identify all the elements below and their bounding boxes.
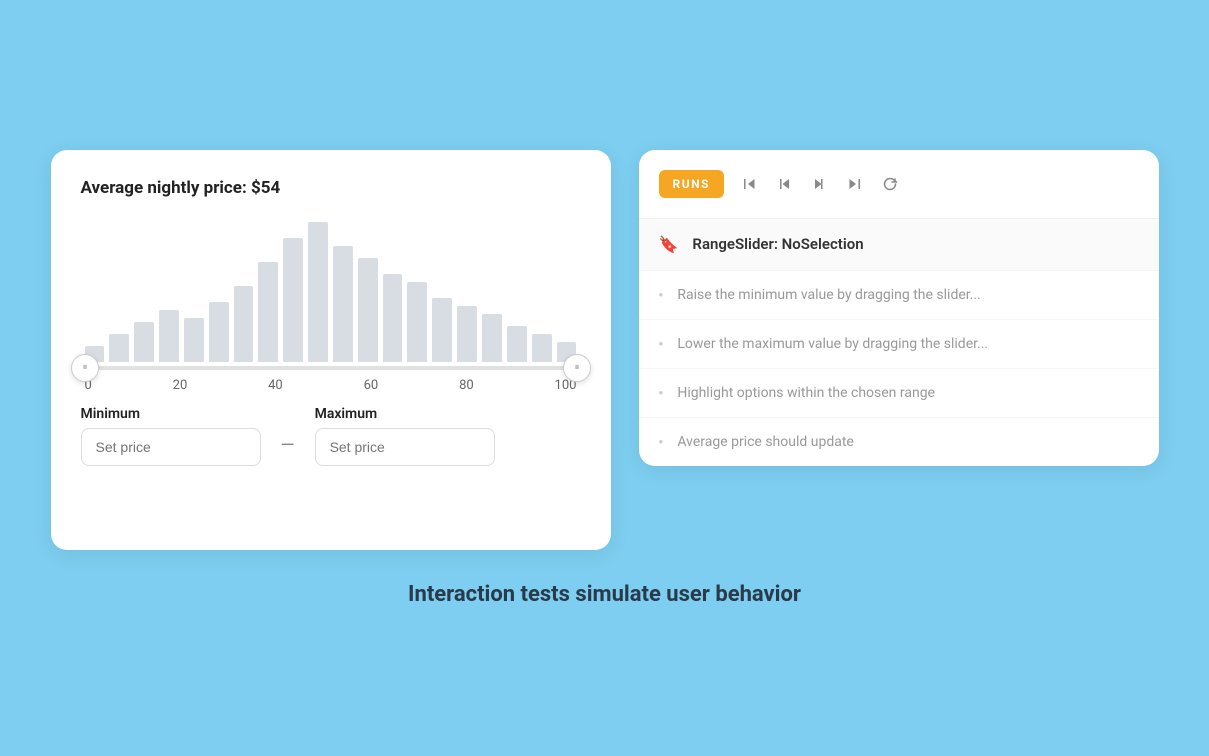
chart-bar — [383, 274, 403, 362]
test-title: RangeSlider: NoSelection — [692, 235, 863, 253]
chart-bar — [308, 222, 328, 362]
chart-bar — [234, 286, 254, 362]
x-axis: 0 20 40 60 80 100 — [81, 370, 581, 393]
price-label: Average nightly price: — [81, 178, 252, 198]
test-step-3: Highlight options within the chosen rang… — [677, 385, 935, 401]
toolbar: RUNS — [639, 170, 1159, 219]
main-content: Average nightly price: $54 ⏸ ⏸ 0 20 — [51, 150, 1159, 607]
test-step-2: Lower the maximum value by dragging the … — [677, 336, 988, 352]
refresh-icon — [882, 176, 898, 192]
minimum-input[interactable] — [81, 428, 261, 466]
runs-badge[interactable]: RUNS — [659, 170, 724, 198]
maximum-input[interactable] — [315, 428, 495, 466]
test-step-1: Raise the minimum value by dragging the … — [677, 287, 980, 303]
panels: Average nightly price: $54 ⏸ ⏸ 0 20 — [51, 150, 1159, 550]
prev-icon — [778, 177, 792, 191]
maximum-group: Maximum — [315, 406, 495, 466]
slider-fill — [85, 366, 577, 370]
chart-bar — [358, 258, 378, 362]
chart-bar — [283, 238, 303, 362]
slider-track: ⏸ ⏸ — [85, 366, 577, 370]
minimum-group: Minimum — [81, 406, 261, 466]
pause-icon-right: ⏸ — [575, 362, 579, 373]
chart-bar — [482, 314, 502, 362]
chart-bar — [109, 334, 129, 362]
list-item: ● Highlight options within the chosen ra… — [639, 369, 1159, 418]
skip-forward-icon — [846, 176, 862, 192]
prev-button[interactable] — [772, 173, 798, 195]
left-panel: Average nightly price: $54 ⏸ ⏸ 0 20 — [51, 150, 611, 550]
chart-bar — [407, 282, 427, 362]
skip-back-button[interactable] — [736, 172, 764, 196]
chart-area: ⏸ ⏸ 0 20 40 60 80 100 — [81, 222, 581, 382]
x-label-80: 80 — [459, 378, 474, 393]
price-title: Average nightly price: $54 — [81, 178, 581, 198]
maximum-label: Maximum — [315, 406, 495, 422]
bookmark-icon: 🔖 — [659, 235, 679, 254]
skip-forward-button[interactable] — [840, 172, 868, 196]
chart-bar — [432, 298, 452, 362]
price-value: $54 — [251, 178, 280, 198]
x-label-20: 20 — [173, 378, 188, 393]
bars-container — [81, 222, 581, 362]
bottom-title: Interaction tests simulate user behavior — [408, 582, 801, 607]
x-label-40: 40 — [268, 378, 283, 393]
list-item: ● Raise the minimum value by dragging th… — [639, 271, 1159, 320]
chart-bar — [457, 306, 477, 362]
chart-bar — [507, 326, 527, 362]
dash: — — [281, 435, 295, 466]
chart-bar — [209, 302, 229, 362]
slider-thumb-left[interactable]: ⏸ — [71, 354, 99, 382]
chart-bar — [258, 262, 278, 362]
list-item: ● Average price should update — [639, 418, 1159, 466]
slider-thumb-right[interactable]: ⏸ — [563, 354, 591, 382]
test-step-4: Average price should update — [677, 434, 854, 450]
minimum-label: Minimum — [81, 406, 261, 422]
chart-bar — [333, 246, 353, 362]
chart-bar — [184, 318, 204, 362]
dot-icon-3: ● — [659, 388, 664, 397]
refresh-button[interactable] — [876, 172, 904, 196]
chart-bar — [134, 322, 154, 362]
x-label-60: 60 — [364, 378, 379, 393]
next-button[interactable] — [806, 173, 832, 195]
right-panel: RUNS — [639, 150, 1159, 466]
chart-bar — [532, 334, 552, 362]
list-item: ● Lower the maximum value by dragging th… — [639, 320, 1159, 369]
dot-icon-1: ● — [659, 290, 664, 299]
skip-back-icon — [742, 176, 758, 192]
toolbar-buttons — [736, 172, 904, 196]
next-icon — [812, 177, 826, 191]
chart-bar — [159, 310, 179, 362]
test-title-item: 🔖 RangeSlider: NoSelection — [639, 219, 1159, 271]
dot-icon-2: ● — [659, 339, 664, 348]
test-list: 🔖 RangeSlider: NoSelection ● Raise the m… — [639, 219, 1159, 466]
pause-icon-left: ⏸ — [83, 362, 87, 373]
inputs-section: Minimum — Maximum — [81, 406, 581, 466]
dot-icon-4: ● — [659, 437, 664, 446]
